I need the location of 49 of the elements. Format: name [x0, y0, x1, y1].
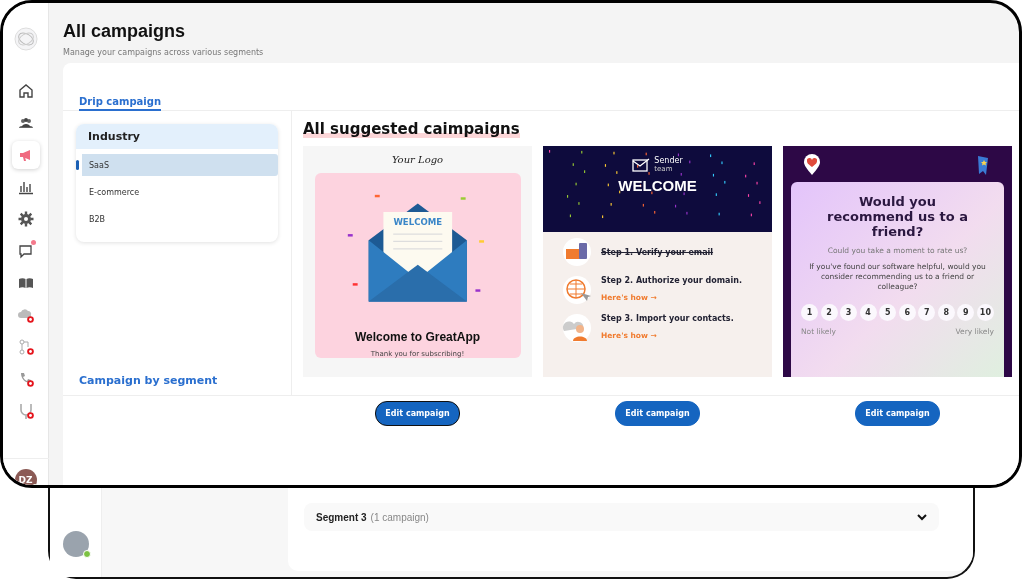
industry-item[interactable]: B2B: [76, 208, 278, 230]
page-title: All campaigns: [63, 21, 187, 42]
rating-option[interactable]: 7: [918, 304, 936, 321]
email-preview[interactable]: [783, 146, 1012, 377]
online-status-dot: [82, 550, 91, 558]
edit-campaign-button[interactable]: Edit campaign: [855, 401, 940, 426]
step-text: Step 1. Verify your email: [601, 247, 714, 257]
globe-icon: [561, 275, 593, 305]
panel-title: Industry: [76, 124, 278, 149]
logo-icon: [13, 27, 38, 51]
envelope-check-icon: [632, 157, 651, 172]
home-icon: [17, 83, 34, 99]
rating-option[interactable]: 9: [957, 304, 975, 321]
user-avatar[interactable]: DZ: [14, 469, 37, 485]
campaign-count: (1 campaign): [370, 511, 429, 523]
edit-campaign-button[interactable]: Edit campaign: [615, 401, 700, 426]
section-title: Campaign by segment: [78, 374, 219, 389]
bar-chart-icon: [17, 179, 34, 195]
rating-option[interactable]: 10: [976, 304, 994, 321]
rating-option[interactable]: 1: [801, 304, 818, 321]
logo-text: Your Logo: [391, 154, 444, 165]
page-subtitle: Manage your campaigns across various segments: [63, 48, 265, 57]
survey-heading: Would you recommend us to a friend?: [826, 194, 969, 239]
segment-name: Segment 3: [316, 511, 367, 523]
users-icon: [17, 115, 34, 131]
settings-icon: [17, 211, 34, 227]
email-heading: Welcome to GreatApp: [354, 330, 481, 344]
edit-campaign-button[interactable]: Edit campaign: [375, 401, 460, 426]
rating-option[interactable]: 6: [898, 304, 916, 321]
rating-option[interactable]: 4: [859, 304, 877, 321]
rating-option[interactable]: 8: [937, 304, 955, 321]
tab[interactable]: Drip campaign: [79, 96, 161, 111]
rating-option[interactable]: 3: [840, 304, 858, 321]
user-avatar[interactable]: [62, 531, 89, 557]
industry-item[interactable]: SaaS: [76, 154, 278, 176]
rating-option[interactable]: 5: [879, 304, 897, 321]
rating-option[interactable]: 2: [820, 304, 838, 321]
person-icon: [561, 313, 593, 343]
chat-icon: [17, 243, 34, 259]
heart-pin-icon: [803, 154, 821, 176]
envelope-drawing: WELCOME: [337, 185, 498, 320]
step-text: Step 2. Authorize your domain.: [601, 276, 742, 285]
segment-row[interactable]: Segment 3 (1 campaign): [304, 503, 939, 531]
brand-name-text: Sender: [654, 156, 683, 165]
step-text: Step 3. Import your contacts.: [601, 314, 734, 323]
section-title: All suggested caimpaigns: [303, 120, 520, 138]
book-icon: [17, 275, 34, 291]
banner-heading: WELCOME: [618, 177, 697, 194]
industry-item[interactable]: E-commerce: [76, 181, 278, 203]
